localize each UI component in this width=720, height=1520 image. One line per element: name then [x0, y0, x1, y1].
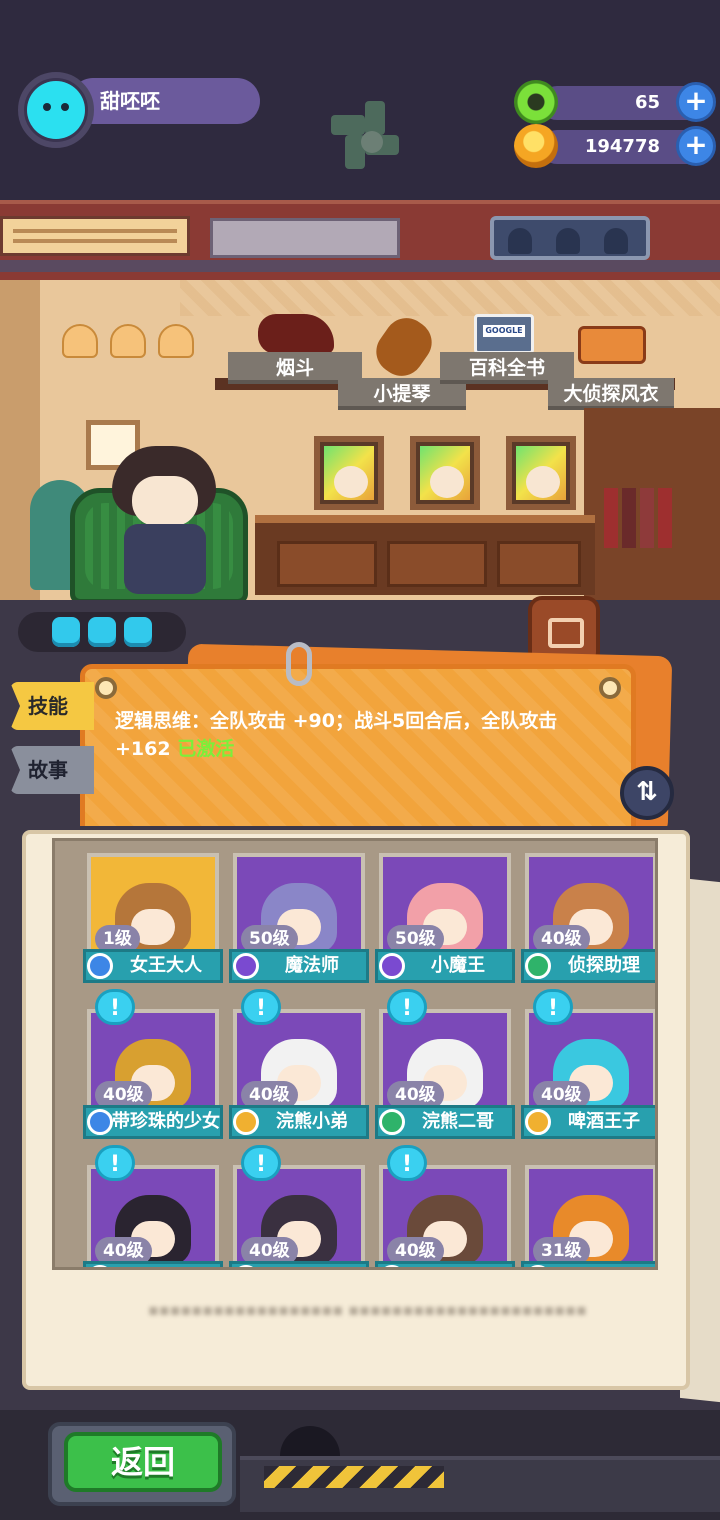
pipe-icon[interactable]	[258, 314, 334, 354]
coin-resource: 194778 +	[514, 124, 716, 168]
tab-skill[interactable]: 技能	[10, 682, 94, 730]
character-card[interactable]: ! 40级	[375, 1145, 515, 1267]
lightning-icon	[124, 617, 152, 647]
skill-panel: 逻辑思维：全队攻击 +90；战斗5回合后，全队攻击 +162 已激活	[80, 664, 636, 850]
character-card[interactable]: 31级	[521, 1161, 655, 1267]
class-badge-icon	[379, 1109, 405, 1135]
alert-icon: !	[95, 989, 135, 1025]
room-item-label-coat: 大侦探风衣	[548, 378, 674, 410]
character-card[interactable]: ! 40级 浣熊二哥	[375, 989, 515, 1145]
desk	[255, 515, 595, 595]
character-card[interactable]: ! 40级	[229, 1145, 369, 1267]
character-card[interactable]: ! 40级 啤酒王子	[521, 989, 655, 1145]
class-badge-icon	[525, 953, 551, 979]
class-badge-icon	[87, 1109, 113, 1135]
player-avatar[interactable]	[18, 72, 94, 148]
tab-story[interactable]: 故事	[10, 746, 94, 794]
alert-icon: !	[241, 1145, 281, 1181]
cat-avatar-icon	[27, 81, 85, 139]
hazard-stripe	[264, 1466, 444, 1488]
class-badge-icon	[525, 1109, 551, 1135]
portrait-frame[interactable]	[506, 436, 576, 510]
detective-character[interactable]	[110, 446, 220, 596]
class-badge-icon	[379, 953, 405, 979]
chandelier-icon	[62, 324, 222, 384]
paperclip-icon	[286, 642, 312, 686]
character-card[interactable]: 50级 小魔王	[375, 849, 515, 989]
peeking-creature	[280, 1426, 340, 1456]
back-button[interactable]: 返回	[64, 1432, 222, 1492]
alert-icon: !	[387, 989, 427, 1025]
encyclopedia-brand: GOOGLE	[483, 325, 525, 337]
energy-bar	[18, 612, 186, 652]
sort-toggle-button[interactable]: ⇅	[620, 766, 674, 820]
ceiling-box	[210, 218, 400, 258]
blurred-page-text: ▪▪▪▪▪▪▪▪▪▪▪▪▪▪▪▪▪▪ ▪▪▪▪▪▪▪▪▪▪▪▪▪▪▪▪▪▪▪▪▪…	[148, 1300, 587, 1319]
ghost-icon	[508, 228, 532, 254]
ghost-panel	[490, 216, 650, 260]
character-card[interactable]: 1级 女王大人	[83, 849, 223, 989]
character-card[interactable]: 50级 魔法师	[229, 849, 369, 989]
lightning-icon	[52, 617, 80, 647]
skill-description: 逻辑思维：全队攻击 +90；战斗5回合后，全队攻击 +162 已激活	[115, 707, 615, 763]
alert-icon: !	[241, 989, 281, 1025]
alert-icon: !	[95, 1145, 135, 1181]
coin-count: 194778	[584, 136, 660, 157]
portrait-frame[interactable]	[314, 436, 384, 510]
portrait-frame[interactable]	[410, 436, 480, 510]
add-coin-button[interactable]: +	[676, 126, 716, 166]
vent-decoration	[0, 216, 190, 256]
character-card[interactable]: ! 40级	[83, 1145, 223, 1267]
donut-resource: 65 +	[514, 80, 716, 124]
character-card[interactable]: ! 40级 带珍珠的少女	[83, 989, 223, 1145]
player-name[interactable]: 甜呸呸	[70, 78, 260, 124]
room-ceiling	[0, 200, 720, 280]
ghost-icon	[604, 228, 628, 254]
pin-icon	[599, 677, 621, 699]
class-badge-icon	[233, 953, 259, 979]
ceiling-rail	[0, 260, 720, 272]
character-card[interactable]: 40级 侦探助理	[521, 849, 655, 989]
pin-icon	[95, 677, 117, 699]
alert-icon: !	[533, 989, 573, 1025]
coat-icon[interactable]	[578, 326, 646, 364]
encyclopedia-icon[interactable]: GOOGLE	[474, 314, 534, 354]
skill-status: 已激活	[177, 738, 235, 760]
lightning-icon	[88, 617, 116, 647]
character-grid: 1级 女王大人 50级 魔法师 50级 小魔王 40级 侦探助理! 40级 带珍珠的少女! 40级浣…	[52, 838, 658, 1270]
donut-icon	[514, 80, 558, 124]
alert-icon: !	[387, 1145, 427, 1181]
ghost-icon	[556, 228, 580, 254]
character-card[interactable]: ! 40级 浣熊小弟	[229, 989, 369, 1145]
fan-decoration	[331, 101, 415, 185]
class-badge-icon	[87, 953, 113, 979]
donut-count: 65	[634, 92, 660, 113]
planet-coin-icon	[514, 124, 558, 168]
class-badge-icon	[233, 1109, 259, 1135]
add-donut-button[interactable]: +	[676, 82, 716, 122]
